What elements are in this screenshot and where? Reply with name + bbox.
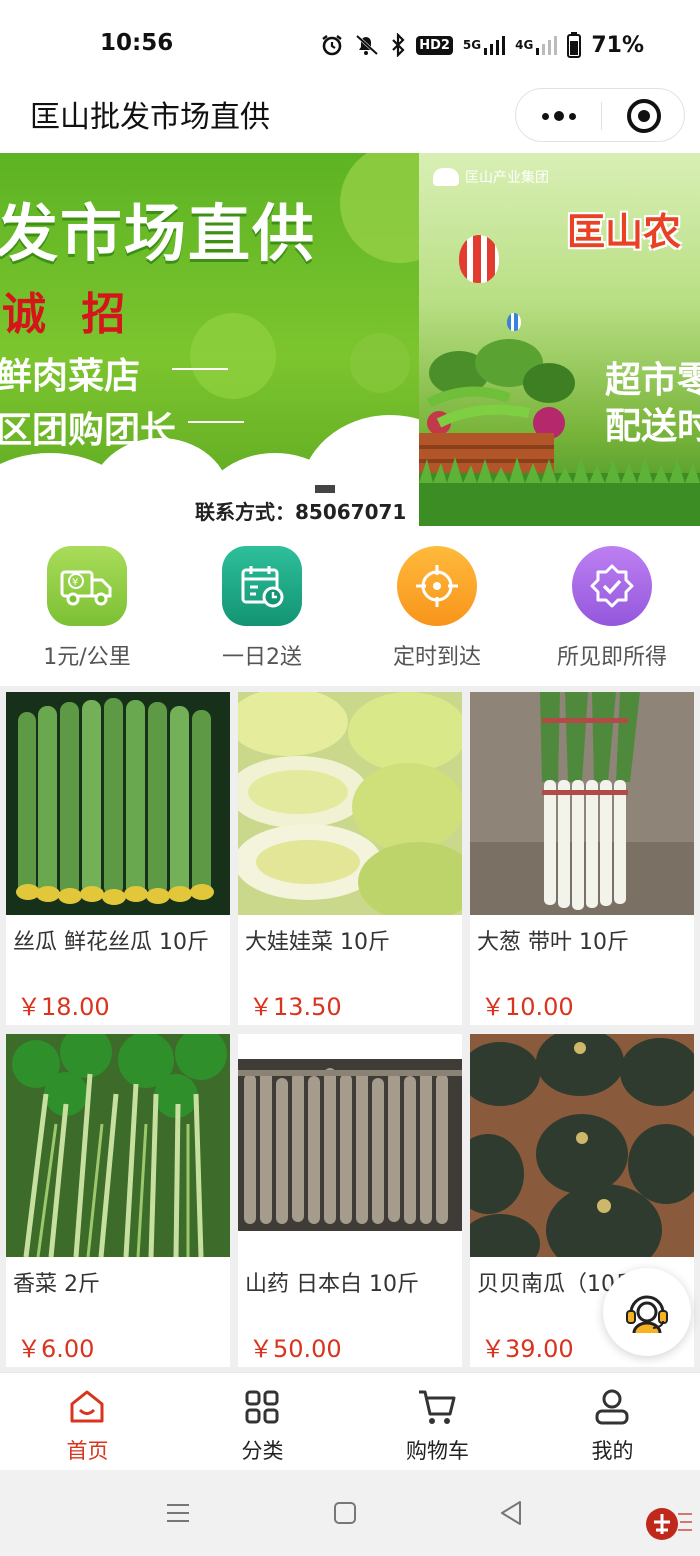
category-grid-icon (242, 1387, 282, 1427)
divider (172, 368, 228, 370)
hd-icon: HD2 (416, 35, 453, 55)
loofah-photo (6, 692, 230, 915)
site-logo-watermark (646, 1508, 692, 1540)
banner-slide-brand[interactable]: 匡山产业集团 匡山农 超市零 配送时 (419, 153, 700, 526)
customer-service-headset-icon (626, 1295, 668, 1334)
feature-label: 一日2送 (222, 645, 302, 670)
product-card[interactable]: 大葱 带叶 10斤 ￥10.00 (470, 692, 694, 1025)
product-name: 香菜 2斤 (13, 1272, 100, 1297)
product-price: ￥50.00 (249, 1335, 342, 1363)
divider (188, 421, 244, 423)
home-square-icon[interactable] (332, 1500, 358, 1526)
crosshair-target-icon (397, 546, 477, 626)
status-icons: HD2 5G 4G 71% (320, 30, 644, 60)
product-price: ￥10.00 (481, 993, 574, 1021)
product-price: ￥39.00 (481, 1335, 574, 1363)
product-name: 山药 日本白 10斤 (245, 1272, 419, 1297)
tab-category[interactable]: 分类 (175, 1387, 350, 1467)
product-price: ￥13.50 (249, 993, 342, 1021)
capsule-divider (601, 102, 602, 130)
more-dots-icon[interactable] (538, 105, 580, 127)
tab-cart[interactable]: 购物车 (350, 1387, 525, 1467)
feature-per-km[interactable]: ¥ 1元/公里 (0, 546, 174, 686)
group-name: 匡山产业集团 (465, 170, 549, 186)
grass-illustration (419, 457, 700, 526)
deco-circle (340, 153, 419, 263)
banner-carousel[interactable]: 发市场直供 诚 招 鲜肉菜店 区团购团长 联系方式：85067071 匡山产业集… (0, 153, 700, 526)
status-bar: 10:56 HD2 5G 4G 71% (0, 0, 700, 88)
tab-home[interactable]: 首页 (0, 1387, 175, 1467)
feature-on-time[interactable]: 定时到达 (350, 546, 524, 686)
status-time: 10:56 (100, 30, 174, 56)
product-card[interactable]: 香菜 2斤 ￥6.00 (6, 1034, 230, 1367)
baby-cabbage-photo (238, 692, 462, 915)
group-logo: 匡山产业集团 (433, 167, 549, 187)
delivery-truck-icon: ¥ (47, 546, 127, 626)
banner-slide-recruit[interactable]: 发市场直供 诚 招 鲜肉菜店 区团购团长 联系方式：85067071 (0, 153, 419, 526)
calendar-clock-icon (222, 546, 302, 626)
banner-line-1: 鲜肉菜店 (0, 356, 141, 397)
banner-headline: 发市场直供 (0, 197, 317, 270)
customer-service-button[interactable] (603, 1268, 691, 1356)
battery-icon (567, 32, 582, 58)
contact-info: 联系方式：85067071 (195, 496, 406, 525)
yam-photo (238, 1034, 462, 1257)
mini-program-capsule (515, 88, 685, 142)
contact-phone: 85067071 (295, 500, 407, 524)
alarm-icon (320, 33, 344, 57)
contact-label: 联系方式： (195, 500, 295, 524)
feature-label: 所见即所得 (556, 645, 667, 670)
verified-badge-icon (572, 546, 652, 626)
system-nav-bar (0, 1470, 700, 1556)
contact-dash (315, 485, 335, 493)
balloon-icon (459, 235, 499, 283)
back-triangle-icon[interactable] (498, 1499, 524, 1527)
tab-label: 分类 (241, 1439, 284, 1463)
coriander-photo (6, 1034, 230, 1257)
tab-label: 首页 (66, 1439, 109, 1463)
banner-recruit: 诚 招 (2, 289, 136, 340)
menu-icon[interactable] (165, 1500, 191, 1526)
tab-bar: 首页 分类 购物车 我的 (0, 1372, 700, 1470)
pumpkin-photo (470, 1034, 694, 1257)
page-title: 匡山批发市场直供 (30, 100, 270, 135)
feature-label: 1元/公里 (43, 645, 131, 670)
tab-label: 我的 (591, 1439, 634, 1463)
product-name: 大娃娃菜 10斤 (245, 930, 390, 955)
product-card[interactable]: 丝瓜 鲜花丝瓜 10斤 ￥18.00 (6, 692, 230, 1025)
title-bar: 匡山批发市场直供 (0, 88, 700, 153)
signal-5g-icon: 5G (463, 34, 506, 56)
product-name: 丝瓜 鲜花丝瓜 10斤 (13, 930, 209, 955)
product-price: ￥6.00 (17, 1335, 95, 1363)
product-price: ￥18.00 (17, 993, 110, 1021)
signal-4g-icon: 4G (515, 34, 558, 56)
banner-side-line-1: 超市零 (605, 360, 700, 401)
tab-label: 购物车 (406, 1439, 469, 1463)
cart-icon (417, 1387, 457, 1427)
feature-twice-daily[interactable]: 一日2送 (175, 546, 349, 686)
group-logo-icon (433, 168, 459, 186)
svg-text:¥: ¥ (72, 577, 78, 588)
feature-label: 定时到达 (392, 645, 481, 670)
profile-icon (592, 1387, 632, 1427)
brand-title: 匡山农 (567, 210, 682, 254)
feature-row: ¥ 1元/公里 一日2送 定时到达 所见即所得 (0, 526, 700, 686)
home-icon (67, 1387, 107, 1427)
product-card[interactable]: 山药 日本白 10斤 ￥50.00 (238, 1034, 462, 1367)
product-name: 大葱 带叶 10斤 (477, 930, 629, 955)
bluetooth-icon (390, 33, 406, 57)
target-close-icon[interactable] (627, 99, 661, 133)
deco-circle (190, 313, 276, 399)
deco-circle (350, 333, 410, 393)
balloon-icon (507, 313, 521, 331)
mute-icon (354, 33, 380, 57)
banner-side-line-2: 配送时 (605, 406, 700, 447)
scallion-photo (470, 692, 694, 915)
tab-profile[interactable]: 我的 (525, 1387, 700, 1467)
product-card[interactable]: 大娃娃菜 10斤 ￥13.50 (238, 692, 462, 1025)
battery-percent: 71% (591, 32, 644, 58)
feature-wysiwyg[interactable]: 所见即所得 (525, 546, 699, 686)
